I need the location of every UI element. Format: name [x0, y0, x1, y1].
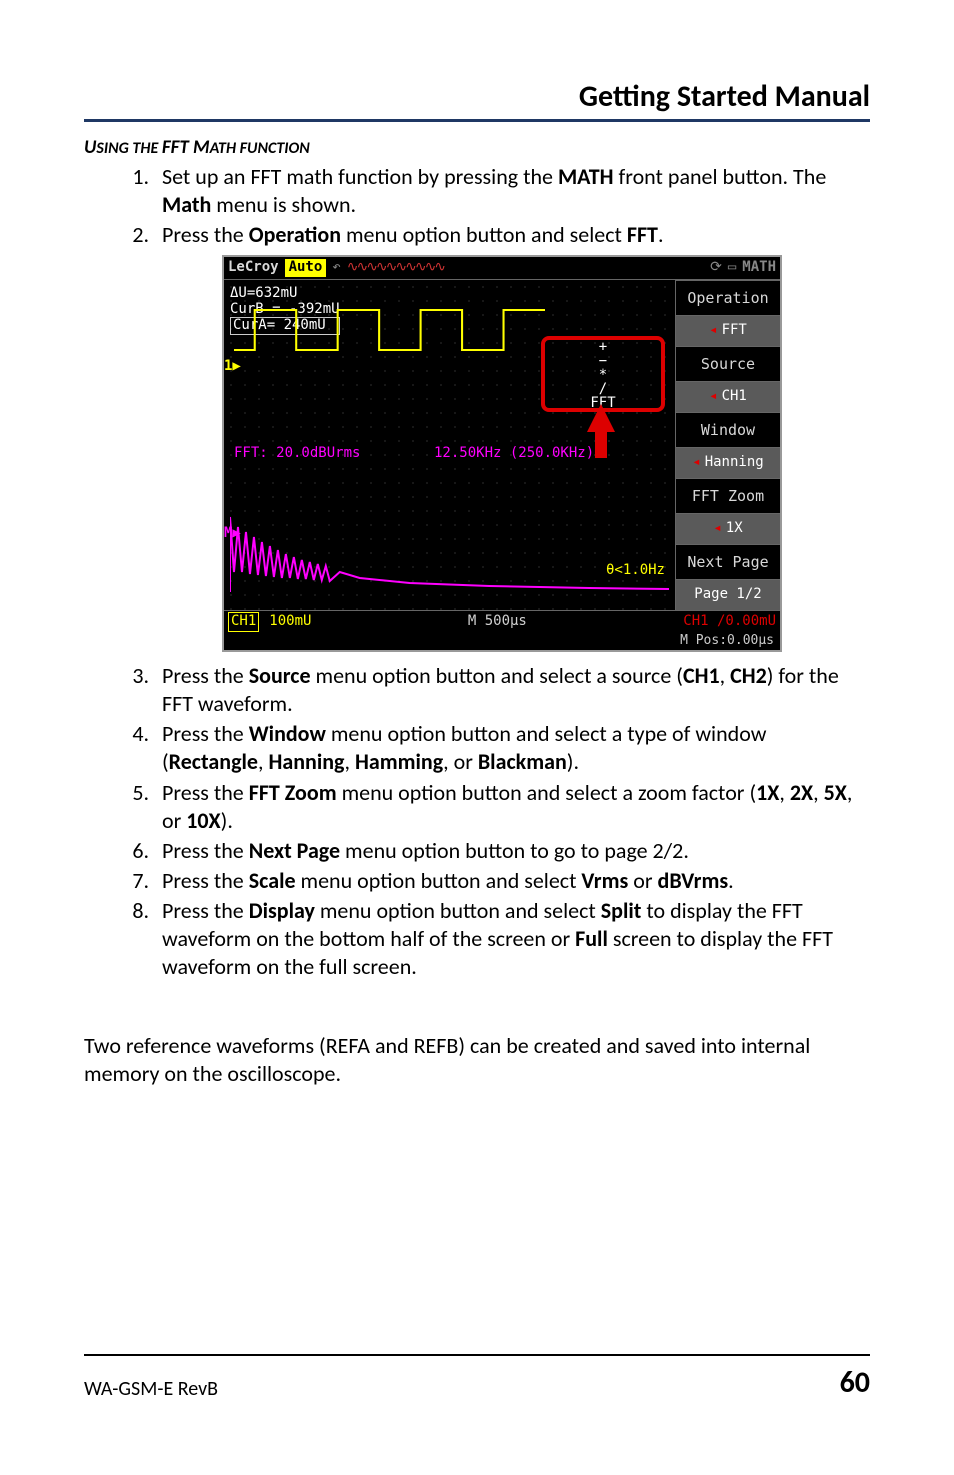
- scope-status-bar: CH1 100mU M 500µs CH1 /0.00mU: [224, 610, 780, 633]
- page-header: Getting Started Manual: [84, 78, 870, 115]
- operation-popup-highlight: + − * / FFT: [541, 336, 665, 412]
- menu-next-page-value[interactable]: Page 1/2: [676, 579, 780, 610]
- scope-mode-badge: Auto: [285, 259, 327, 277]
- step-8: Press the Display menu option button and…: [154, 897, 870, 981]
- menu-next-page[interactable]: Next Page: [676, 544, 780, 579]
- scope-brand: LeCroy: [228, 259, 279, 277]
- wave-preview-icon: ∿∿∿∿∿∿∿∿∿∿: [347, 259, 704, 277]
- menu-operation[interactable]: Operation: [676, 280, 780, 315]
- step-5: Press the FFT Zoom menu option button an…: [154, 779, 870, 835]
- section-heading: USING THE FFT MATH FUNCTION: [84, 132, 870, 159]
- menu-fft-zoom-value[interactable]: 1X: [676, 513, 780, 544]
- menu-source[interactable]: Source: [676, 346, 780, 381]
- fft-label-right: 12.50KHz (250.0KHz): [434, 445, 594, 463]
- hz-label: θ<1.0Hz: [606, 562, 665, 580]
- menu-window[interactable]: Window: [676, 412, 780, 447]
- menu-fft-zoom[interactable]: FFT Zoom: [676, 478, 780, 513]
- menu-window-value[interactable]: Hanning: [676, 447, 780, 478]
- header-rule: [84, 119, 870, 122]
- sync-icon: ⟳: [710, 259, 722, 277]
- menu-title: MATH: [742, 259, 776, 277]
- page-number: 60: [840, 1364, 870, 1401]
- step-7: Press the Scale menu option button and s…: [154, 867, 870, 895]
- ch1-marker: 1▶: [224, 358, 241, 376]
- oscilloscope-screenshot: LeCroy Auto ↶ ∿∿∿∿∿∿∿∿∿∿ ⟳ ▭ MATH ΔU: [222, 255, 782, 651]
- step-1: Set up an FFT math function by pressing …: [154, 163, 870, 219]
- fft-wave: [230, 512, 669, 592]
- steps-list: Set up an FFT math function by pressing …: [84, 163, 870, 982]
- reference-paragraph: Two reference waveforms (REFA and REFB) …: [84, 1032, 870, 1089]
- step-6: Press the Next Page menu option button t…: [154, 837, 870, 865]
- step-2: Press the Operation menu option button a…: [154, 221, 870, 652]
- floppy-icon: ▭: [728, 259, 736, 277]
- highlight-arrow-icon: [587, 404, 615, 432]
- step-4: Press the Window menu option button and …: [154, 720, 870, 776]
- status-ch1: CH1: [228, 612, 259, 632]
- status-timebase: M 500µs: [321, 613, 673, 631]
- menu-operation-value[interactable]: FFT: [676, 315, 780, 346]
- square-wave: [234, 300, 545, 360]
- page-footer: WA-GSM-E RevB 60: [84, 1354, 870, 1401]
- undo-icon: ↶: [332, 259, 340, 277]
- menu-source-value[interactable]: CH1: [676, 381, 780, 412]
- status-ch1-value: 100mU: [269, 613, 311, 631]
- status-trigger: CH1 /0.00mU: [683, 613, 776, 631]
- fft-label-left: FFT: 20.0dBUrms: [234, 445, 360, 463]
- step-3: Press the Source menu option button and …: [154, 662, 870, 718]
- scope-side-menu: Operation FFT Source CH1 Window Hanning …: [676, 280, 780, 610]
- footer-doc-id: WA-GSM-E RevB: [84, 1377, 218, 1401]
- scope-graph: ΔU=632mU CurB = -392mU CurA= 240mU 1▶ M▶: [224, 280, 676, 610]
- status-position: M Pos:0.00µs: [224, 633, 780, 650]
